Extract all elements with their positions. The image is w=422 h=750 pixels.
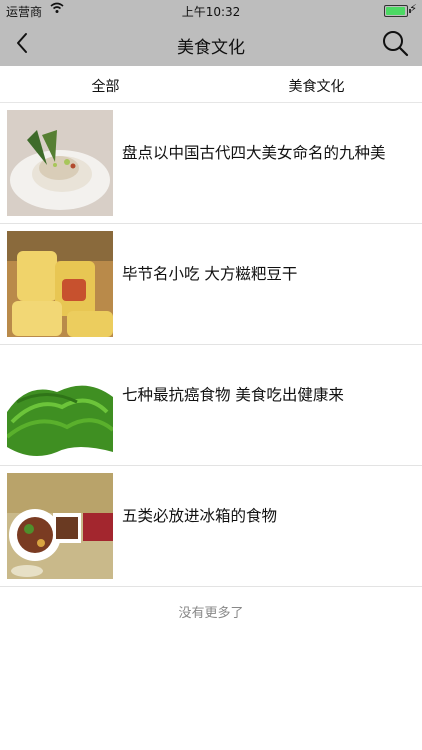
search-icon <box>383 31 409 57</box>
status-bar: 运营商 上午10:32 ⚡ <box>0 0 422 20</box>
list-item[interactable]: 盘点以中国古代四大美女命名的九种美 <box>0 103 422 224</box>
page-title: 美食文化 <box>177 38 245 58</box>
navigation-bar: 美食文化 <box>0 20 422 66</box>
article-title: 盘点以中国古代四大美女命名的九种美 <box>122 144 386 162</box>
list-item[interactable]: 毕节名小吃 大方糍粑豆干 <box>0 224 422 345</box>
search-button[interactable] <box>380 28 410 58</box>
article-title: 毕节名小吃 大方糍粑豆干 <box>122 265 298 283</box>
article-thumbnail <box>7 231 113 337</box>
article-thumbnail <box>7 110 113 216</box>
article-thumbnail <box>7 352 113 458</box>
article-title: 五类必放进冰箱的食物 <box>122 507 278 525</box>
charging-icon: ⚡ <box>409 2 417 15</box>
list-item[interactable]: 五类必放进冰箱的食物 <box>0 466 422 587</box>
article-thumbnail <box>7 473 113 579</box>
tab-all[interactable]: 全部 <box>0 76 211 96</box>
article-title: 七种最抗癌食物 美食吃出健康来 <box>122 386 344 404</box>
status-time: 上午10:32 <box>181 5 241 19</box>
article-list: 盘点以中国古代四大美女命名的九种美 毕节名小吃 大方糍粑豆干 七种最抗癌食物 美… <box>0 103 422 587</box>
battery-icon <box>384 5 411 17</box>
no-more-label: 没有更多了 <box>178 606 244 621</box>
tab-food-culture[interactable]: 美食文化 <box>211 76 422 96</box>
category-tabs: 全部 美食文化 <box>0 66 422 103</box>
list-item[interactable]: 七种最抗癌食物 美食吃出健康来 <box>0 345 422 466</box>
